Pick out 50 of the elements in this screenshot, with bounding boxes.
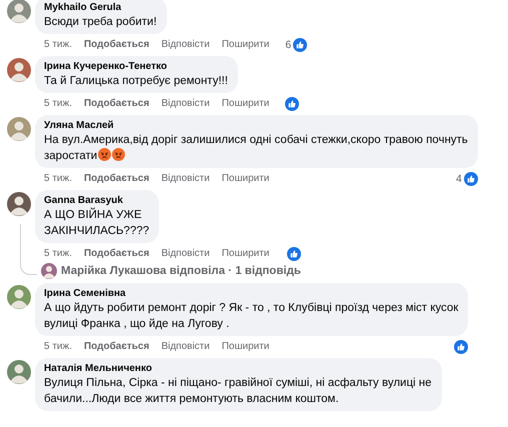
- avatar[interactable]: [7, 285, 31, 309]
- thumbs-up-icon[interactable]: [293, 38, 308, 52]
- avatar[interactable]: [7, 117, 31, 141]
- comment-author[interactable]: Mykhailo Gerula: [44, 1, 157, 14]
- like-link[interactable]: Подобається: [84, 98, 150, 109]
- like-link[interactable]: Подобається: [84, 173, 150, 184]
- angry-face-icon: [112, 148, 126, 161]
- like-link[interactable]: Подобається: [84, 39, 150, 50]
- comment-text: На вул.Америка,від доріг залишилися одні собачі стежки,скоро травою почнуть заростати: [44, 133, 468, 164]
- avatar[interactable]: [7, 58, 31, 82]
- avatar[interactable]: [7, 192, 31, 216]
- reply-link[interactable]: Відповісти: [161, 98, 210, 109]
- share-link[interactable]: Поширити: [222, 173, 270, 184]
- comment-text: А ЩО ВІЙНА УЖЕ ЗАКІНЧИЛАСЬ????: [44, 207, 150, 239]
- share-link[interactable]: Поширити: [222, 341, 270, 352]
- like-link[interactable]: Подобається: [84, 341, 150, 352]
- reaction-count: 6: [285, 38, 292, 50]
- reply-link[interactable]: Відповісти: [161, 173, 210, 184]
- thumbs-up-icon[interactable]: [464, 172, 478, 186]
- comment-text: А що йдуть робити ремонт доріг ? Як - то , то Клубівці проїзд через міст кусок вулиці Франка , що йде на Лугову .: [44, 301, 458, 332]
- comment-time[interactable]: 5 тиж.: [44, 39, 72, 50]
- comment-text: Вулиця Пільна, Сірка - ні піщано- гравійної суміші, ні асфальту вулиці не бачили...Люди все життя ремонтують власним коштом.: [44, 376, 432, 407]
- thumbs-up-icon[interactable]: [285, 96, 300, 110]
- share-link[interactable]: Поширити: [222, 248, 270, 259]
- comment-text: Всюди треба робити!: [44, 15, 157, 30]
- like-link[interactable]: Подобається: [84, 248, 150, 259]
- comment-time[interactable]: 5 тиж.: [44, 248, 72, 259]
- comment-time[interactable]: 5 тиж.: [44, 341, 72, 352]
- comment-text: Та й Галицька потребує ремонту!!!: [44, 74, 228, 89]
- avatar[interactable]: [7, 360, 31, 384]
- angry-face-icon: [98, 148, 112, 161]
- comment-author[interactable]: Уляна Маслей: [44, 119, 468, 132]
- reply-link[interactable]: Відповісти: [161, 341, 210, 352]
- thumbs-up-icon[interactable]: [454, 340, 468, 354]
- reply-link[interactable]: Відповісти: [161, 39, 210, 50]
- thumbs-up-icon[interactable]: [286, 246, 301, 260]
- comment-author[interactable]: Ganna Barasyuk: [44, 194, 150, 207]
- comment-time[interactable]: 5 тиж.: [44, 173, 72, 184]
- reply-link[interactable]: Відповісти: [161, 248, 210, 259]
- comment-author[interactable]: Ірина Семенівна: [44, 287, 458, 300]
- thread-line: [20, 224, 37, 275]
- comment-time[interactable]: 5 тиж.: [44, 98, 72, 109]
- comment-author[interactable]: Ірина Кучеренко-Тенетко: [44, 60, 228, 73]
- share-link[interactable]: Поширити: [222, 98, 270, 109]
- avatar[interactable]: [41, 263, 57, 279]
- reaction-count: 4: [456, 172, 462, 184]
- share-link[interactable]: Поширити: [222, 39, 270, 50]
- comment-author[interactable]: Наталія Мельниченко: [44, 362, 432, 375]
- replies-link[interactable]: Марійка Лукашова відповіла · 1 відповідь: [61, 265, 301, 277]
- avatar[interactable]: [7, 0, 31, 23]
